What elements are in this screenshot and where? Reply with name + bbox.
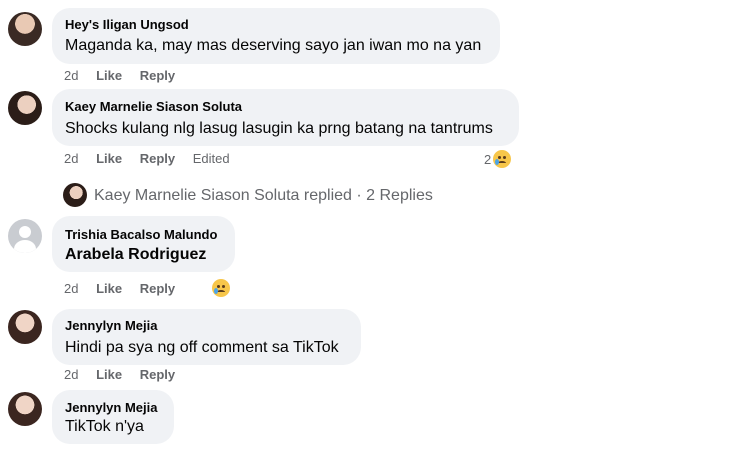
avatar[interactable] [8, 392, 42, 426]
comment-item: Jennylyn Mejia TikTok n'ya [0, 0, 750, 451]
comment-author[interactable]: Jennylyn Mejia [65, 400, 157, 415]
comment-text: TikTok n'ya [65, 418, 144, 435]
